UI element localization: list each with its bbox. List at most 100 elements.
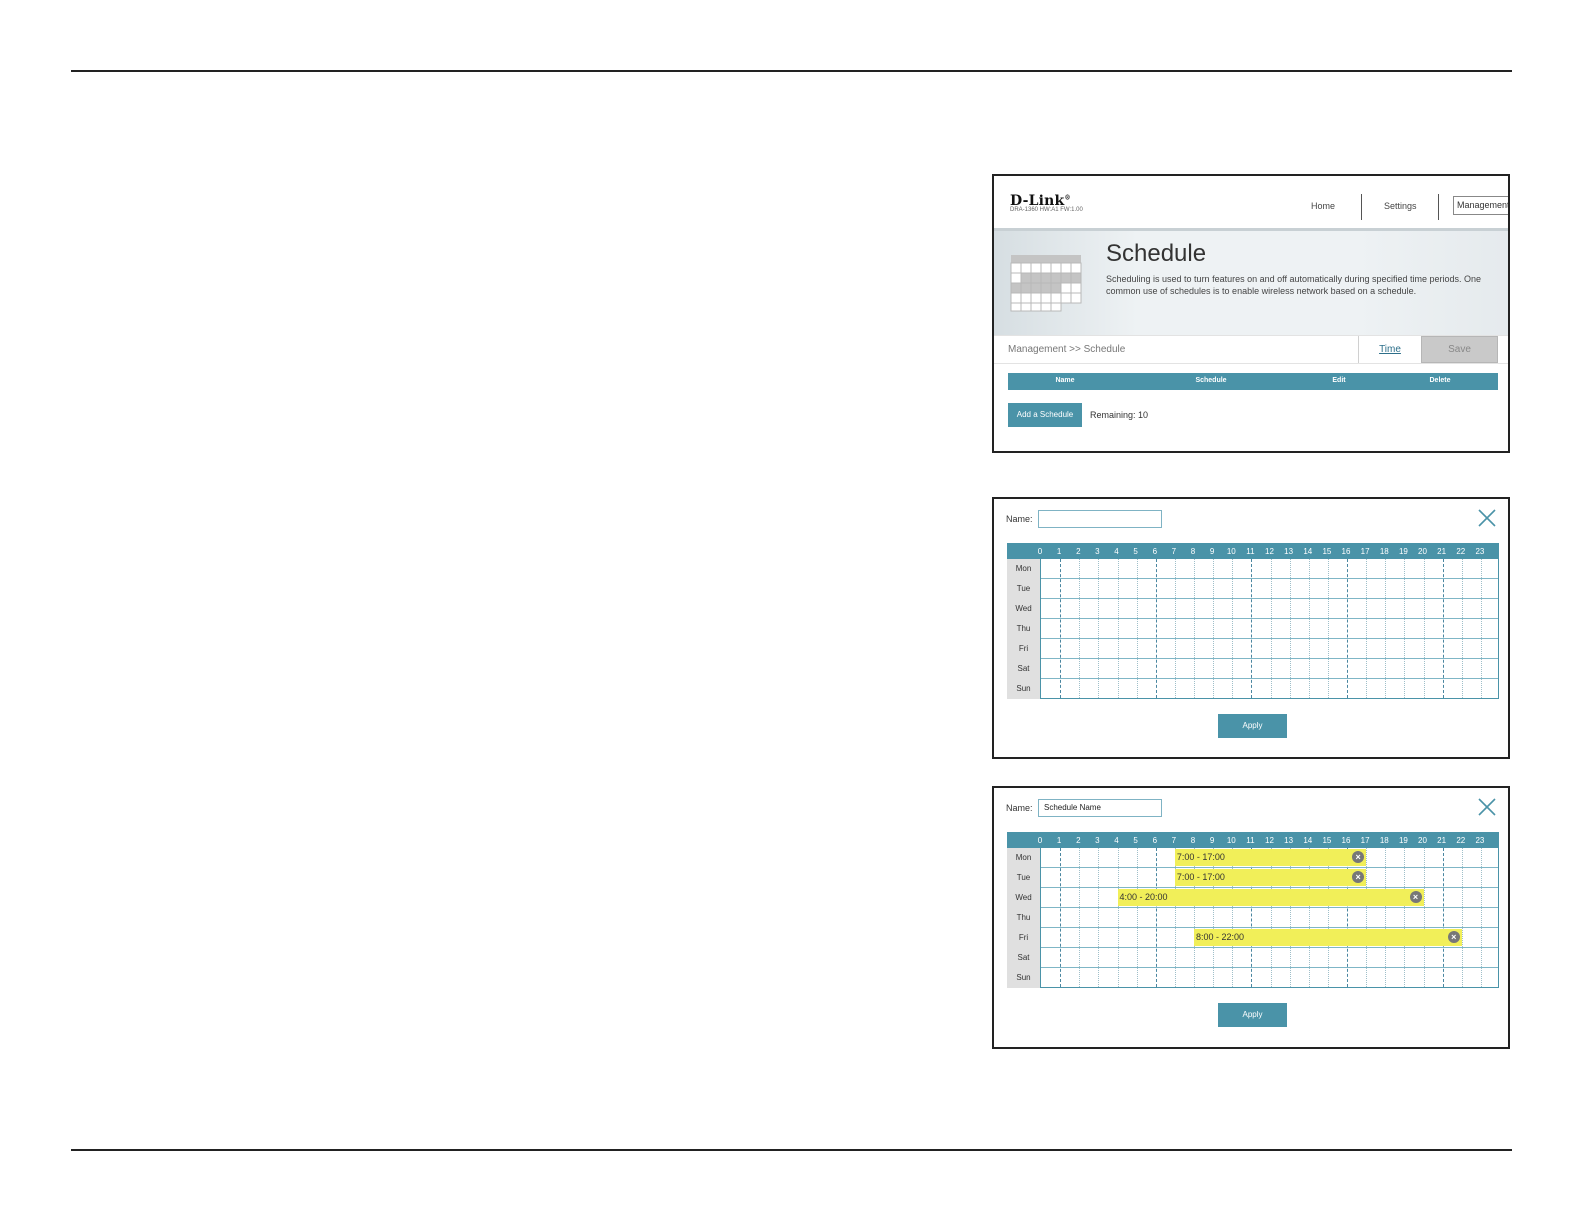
hour-label: 6 [1152,836,1158,845]
hour-label: 11 [1246,547,1255,556]
day-label: Tue [1016,873,1031,882]
row-divider [1041,947,1498,948]
day-label: Wed [1015,893,1032,902]
time-link[interactable]: Time [1358,336,1421,363]
close-icon[interactable] [1478,798,1496,816]
nav-management[interactable]: Management [1453,196,1508,215]
page-banner: Schedule Scheduling is used to turn feat… [994,228,1508,338]
hour-divider [1404,848,1406,987]
row-divider [1041,638,1498,639]
hour-label: 7 [1171,836,1177,845]
nav-divider [1361,194,1362,220]
row-divider [1041,887,1498,888]
day-label: Fri [1018,644,1029,653]
day-label: Sat [1017,664,1030,673]
hour-label: 22 [1456,836,1466,845]
hour-label: 10 [1226,836,1236,845]
hour-label: 3 [1095,547,1100,556]
hour-divider [1136,559,1138,698]
hour-divider [1213,559,1215,698]
close-icon[interactable] [1478,509,1496,527]
hour-divider [1308,559,1310,698]
hour-divider [1480,559,1482,698]
delete-block-icon[interactable]: × [1447,931,1460,943]
row-divider [1041,927,1498,928]
page-bottom-rule [71,1149,1512,1151]
delete-block-icon[interactable]: × [1409,891,1422,903]
row-divider [1041,578,1498,579]
row-divider [1041,618,1498,619]
row-divider [1041,967,1498,968]
page-description: Scheduling is used to turn features on a… [1106,274,1482,296]
hour-label: 15 [1322,836,1332,845]
hour-label: 8 [1190,547,1196,556]
hour-label: 7 [1171,547,1177,556]
hour-divider [1194,559,1195,698]
hour-label: 18 [1379,547,1389,556]
hour-divider [1270,559,1272,698]
hour-divider [1480,848,1482,987]
hour-divider [1366,559,1368,698]
apply-button[interactable]: Apply [1218,714,1287,738]
hour-label: 14 [1303,547,1313,556]
hour-divider [1442,848,1444,987]
hour-label: 9 [1209,547,1215,556]
hour-label: 12 [1265,547,1274,556]
hour-label: 13 [1284,547,1294,556]
name-label: Name: [1006,514,1033,524]
delete-block-icon[interactable]: × [1352,871,1365,883]
hour-divider [1098,848,1100,987]
hour-divider [1155,848,1157,987]
calendar-icon [1010,255,1082,312]
day-label: Wed [1015,604,1032,613]
hour-divider [1385,848,1387,987]
grid-cells[interactable] [1040,559,1499,699]
schedule-block[interactable]: 7:00 - 17:00 × [1174,849,1367,866]
day-label: Mon [1015,853,1032,862]
hour-label: 13 [1284,836,1294,845]
schedule-block-label: 4:00 - 20:00 [1119,892,1168,902]
hour-label: 16 [1341,547,1351,556]
hour-label: 3 [1095,836,1100,845]
add-schedule-button[interactable]: Add a Schedule [1008,403,1082,427]
hour-label: 2 [1076,547,1081,556]
schedule-block-label: 7:00 - 17:00 [1176,872,1225,882]
schedule-block[interactable]: 4:00 - 20:00 × [1117,889,1424,906]
hour-label: 0 [1037,836,1043,845]
grid-cells[interactable]: 7:00 - 17:00 × 7:00 - 17:00 × 4:00 - 20:00 × 8… [1040,848,1499,988]
hour-divider [1060,559,1062,698]
hour-label: 20 [1418,547,1427,556]
hour-divider [1347,559,1348,698]
apply-button[interactable]: Apply [1218,1003,1287,1027]
remaining-count: Remaining: 10 [1090,410,1149,420]
nav-settings[interactable]: Settings [1384,201,1417,211]
hour-label: 16 [1341,836,1351,845]
hour-divider [1327,559,1329,698]
column-edit: Edit [1332,377,1346,384]
hour-label: 10 [1226,547,1236,556]
day-column: Mon Tue Wed Thu Fri Sat Sun [1007,559,1040,699]
hour-divider [1289,559,1291,698]
hour-label: 19 [1398,547,1408,556]
day-label: Sun [1016,684,1031,693]
hour-header: 0 1 2 3 4 5 6 7 8 9 10 11 12 13 14 15 16 17 18 19 20 21 22 23 [1007,832,1499,848]
day-label: Mon [1015,564,1032,573]
schedule-block[interactable]: 7:00 - 17:00 × [1174,869,1367,886]
delete-block-icon[interactable]: × [1352,851,1365,863]
nav-home[interactable]: Home [1311,201,1335,211]
row-divider [1041,907,1498,908]
day-column: Mon Tue Wed Thu Fri Sat Sun [1007,848,1040,988]
hour-label: 12 [1265,836,1274,845]
hour-divider [1117,559,1119,698]
schedule-block[interactable]: 8:00 - 22:00 × [1194,929,1462,946]
save-button[interactable]: Save [1421,336,1498,363]
hour-divider [1442,559,1444,698]
hour-label: 5 [1133,836,1138,845]
hour-header: 0 1 2 3 4 5 6 7 8 9 10 11 12 13 14 15 16 17 18 19 20 21 22 23 [1007,543,1499,559]
hour-divider [1174,559,1176,698]
row-divider [1041,658,1498,659]
schedule-table-header: Name Schedule Edit Delete [1008,373,1498,390]
name-input[interactable]: Schedule Name [1038,799,1162,817]
hour-divider [1079,559,1081,698]
name-input[interactable] [1038,510,1162,528]
